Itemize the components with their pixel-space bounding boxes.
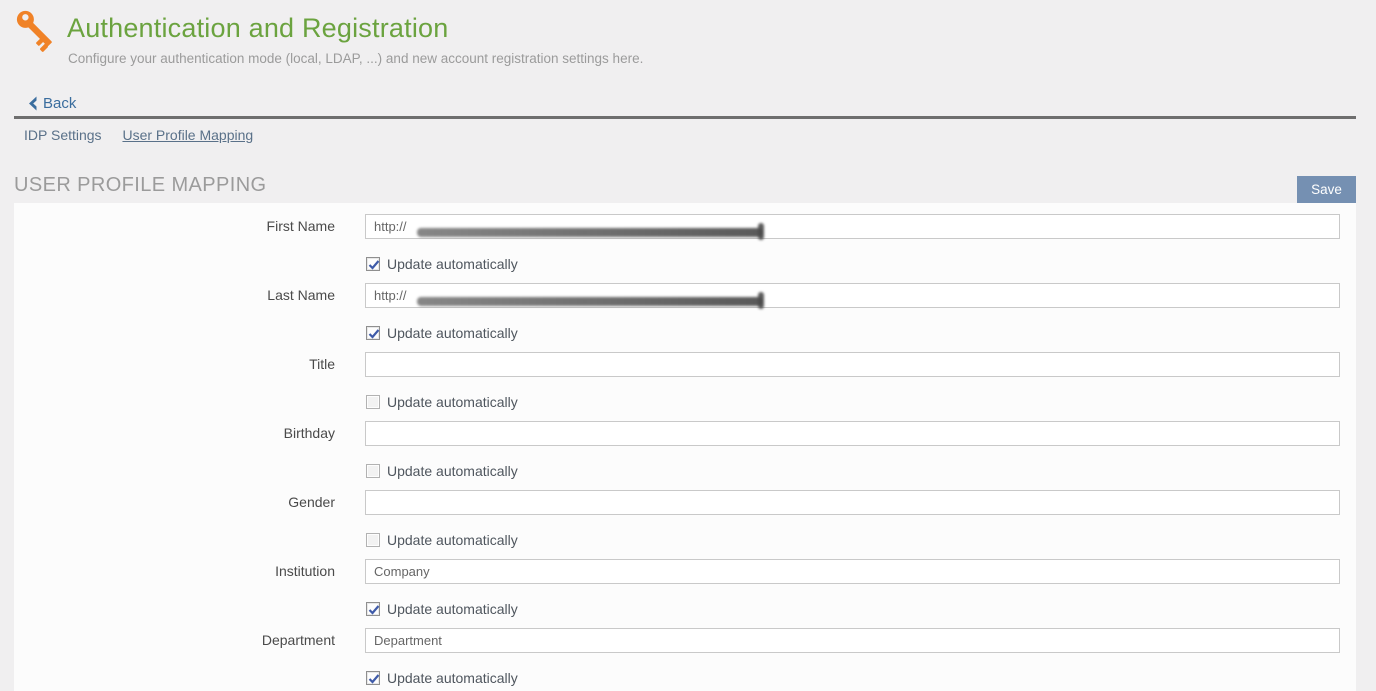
field-row-institution: Institution Update automatically xyxy=(14,559,1356,626)
field-label-gender: Gender xyxy=(14,490,335,515)
section-heading: USER PROFILE MAPPING xyxy=(14,174,267,197)
update-automatically-checkbox-first-name[interactable] xyxy=(366,257,380,271)
update-automatically-checkbox-birthday[interactable] xyxy=(366,464,380,478)
check-icon xyxy=(368,673,380,685)
key-icon xyxy=(12,6,60,54)
back-link[interactable]: Back xyxy=(27,95,76,112)
field-label-title: Title xyxy=(14,352,335,377)
field-label-department: Department xyxy=(14,628,335,653)
field-row-birthday: Birthday Update automatically xyxy=(14,421,1356,488)
check-icon xyxy=(368,259,380,271)
user-profile-mapping-form: First Name Update automatically Last Nam… xyxy=(14,203,1356,691)
field-label-birthday: Birthday xyxy=(14,421,335,446)
update-automatically-row: Update automatically xyxy=(366,256,518,272)
field-label-last-name: Last Name xyxy=(14,283,335,308)
update-automatically-row: Update automatically xyxy=(366,532,518,548)
check-icon xyxy=(368,604,380,616)
field-input-wrap xyxy=(365,421,1340,446)
update-automatically-row: Update automatically xyxy=(366,670,518,686)
check-icon xyxy=(368,328,380,340)
field-input-wrap xyxy=(365,559,1340,584)
field-label-first-name: First Name xyxy=(14,214,335,239)
update-automatically-label: Update automatically xyxy=(387,394,518,410)
field-row-first-name: First Name Update automatically xyxy=(14,214,1356,281)
update-automatically-row: Update automatically xyxy=(366,325,518,341)
save-button[interactable]: Save xyxy=(1297,176,1356,203)
update-automatically-checkbox-institution[interactable] xyxy=(366,602,380,616)
update-automatically-label: Update automatically xyxy=(387,601,518,617)
field-input-gender[interactable] xyxy=(365,490,1340,515)
update-automatically-checkbox-department[interactable] xyxy=(366,671,380,685)
field-input-wrap xyxy=(365,283,1340,308)
update-automatically-label: Update automatically xyxy=(387,670,518,686)
update-automatically-row: Update automatically xyxy=(366,394,518,410)
update-automatically-label: Update automatically xyxy=(387,256,518,272)
back-label: Back xyxy=(43,95,76,112)
field-input-institution[interactable] xyxy=(365,559,1340,584)
redacted-value-smudge xyxy=(417,297,763,306)
update-automatically-row: Update automatically xyxy=(366,601,518,617)
page-title: Authentication and Registration xyxy=(67,13,448,44)
field-input-wrap xyxy=(365,214,1340,239)
page-subtitle: Configure your authentication mode (loca… xyxy=(68,51,643,66)
update-automatically-checkbox-gender[interactable] xyxy=(366,533,380,547)
field-input-title[interactable] xyxy=(365,352,1340,377)
field-row-title: Title Update automatically xyxy=(14,352,1356,419)
tab-bar: IDP Settings User Profile Mapping xyxy=(24,127,253,143)
field-row-gender: Gender Update automatically xyxy=(14,490,1356,557)
update-automatically-row: Update automatically xyxy=(366,463,518,479)
tab-user-profile-mapping[interactable]: User Profile Mapping xyxy=(122,127,253,143)
update-automatically-label: Update automatically xyxy=(387,463,518,479)
redacted-value-smudge xyxy=(417,228,763,237)
header-separator xyxy=(14,116,1356,119)
field-label-institution: Institution xyxy=(14,559,335,584)
field-input-birthday[interactable] xyxy=(365,421,1340,446)
update-automatically-checkbox-title[interactable] xyxy=(366,395,380,409)
tab-idp-settings[interactable]: IDP Settings xyxy=(24,127,102,143)
update-automatically-checkbox-last-name[interactable] xyxy=(366,326,380,340)
field-input-department[interactable] xyxy=(365,628,1340,653)
field-input-wrap xyxy=(365,628,1340,653)
back-chevron-icon xyxy=(27,96,38,111)
update-automatically-label: Update automatically xyxy=(387,532,518,548)
update-automatically-label: Update automatically xyxy=(387,325,518,341)
field-row-department: Department Update automatically xyxy=(14,628,1356,691)
field-row-last-name: Last Name Update automatically xyxy=(14,283,1356,350)
field-input-wrap xyxy=(365,352,1340,377)
field-input-wrap xyxy=(365,490,1340,515)
